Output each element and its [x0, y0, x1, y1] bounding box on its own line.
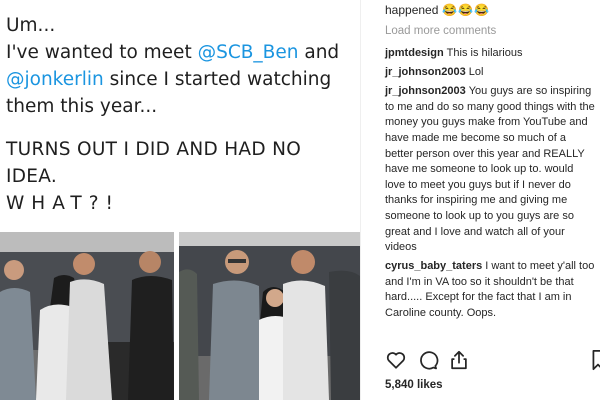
comment-username[interactable]: cyrus_baby_taters [385, 260, 482, 272]
comment-username[interactable]: jpmtdesign [385, 47, 444, 59]
mention-jonkerlin[interactable]: @jonkerlin [6, 69, 104, 90]
bookmark-icon[interactable] [591, 349, 600, 371]
comment-text: You guys are so inspiring to me and do s… [385, 85, 595, 254]
comment-bubble-icon[interactable] [417, 349, 439, 371]
share-icon[interactable] [448, 349, 470, 371]
comment-username[interactable]: jr_johnson2003 [385, 85, 466, 97]
tweet-photo-left [0, 232, 174, 400]
comments-panel: happened 😂😂😂 Load more comments jpmtdesig… [361, 0, 600, 400]
action-bar [385, 346, 600, 374]
tweet-photo-right [179, 232, 360, 400]
comment-item: jr_johnson2003 You guys are so inspiring … [385, 84, 595, 256]
load-more-comments-link[interactable]: Load more comments [385, 25, 496, 37]
comment-username[interactable]: jr_johnson2003 [385, 66, 466, 78]
comment-list: jpmtdesign This is hilarious jr_johnson20… [385, 46, 595, 325]
comment-text: Lol [468, 66, 484, 79]
comment-item: jpmtdesign This is hilarious [385, 46, 595, 62]
tweet-text: Um... I've wanted to meet @SCB_Ben and @… [6, 12, 351, 217]
heart-icon[interactable] [385, 349, 407, 371]
tweet-line: them this year... [6, 96, 158, 117]
comment-item: jr_johnson2003 Lol [385, 65, 595, 81]
tweet-line: @jonkerlin since I started watching [6, 66, 351, 93]
caption-text: happened [385, 3, 439, 17]
caption-tail: happened 😂😂😂 [385, 3, 490, 19]
comment-text: This is hilarious [446, 47, 523, 59]
tweet-line: TURNS OUT I DID AND HAD NO IDEA. [6, 139, 302, 187]
post-media: Um... I've wanted to meet @SCB_Ben and @… [0, 0, 360, 400]
tweet-line: I've wanted to meet @SCB_Ben and [6, 39, 351, 66]
tweet-text-segment: I've wanted to meet [6, 42, 198, 63]
tweet-text-segment: and [298, 42, 340, 63]
tweet-line: WHAT?! [6, 193, 120, 214]
mention-scb-ben[interactable]: @SCB_Ben [198, 42, 299, 63]
tweet-line: Um... [6, 15, 56, 36]
tweet-text-segment: since I started watching [103, 69, 332, 90]
comment-item: cyrus_baby_taters I want to meet y'all to… [385, 259, 595, 321]
caption-emojis: 😂😂😂 [442, 3, 491, 17]
likes-count[interactable]: 5,840 likes [385, 379, 443, 391]
